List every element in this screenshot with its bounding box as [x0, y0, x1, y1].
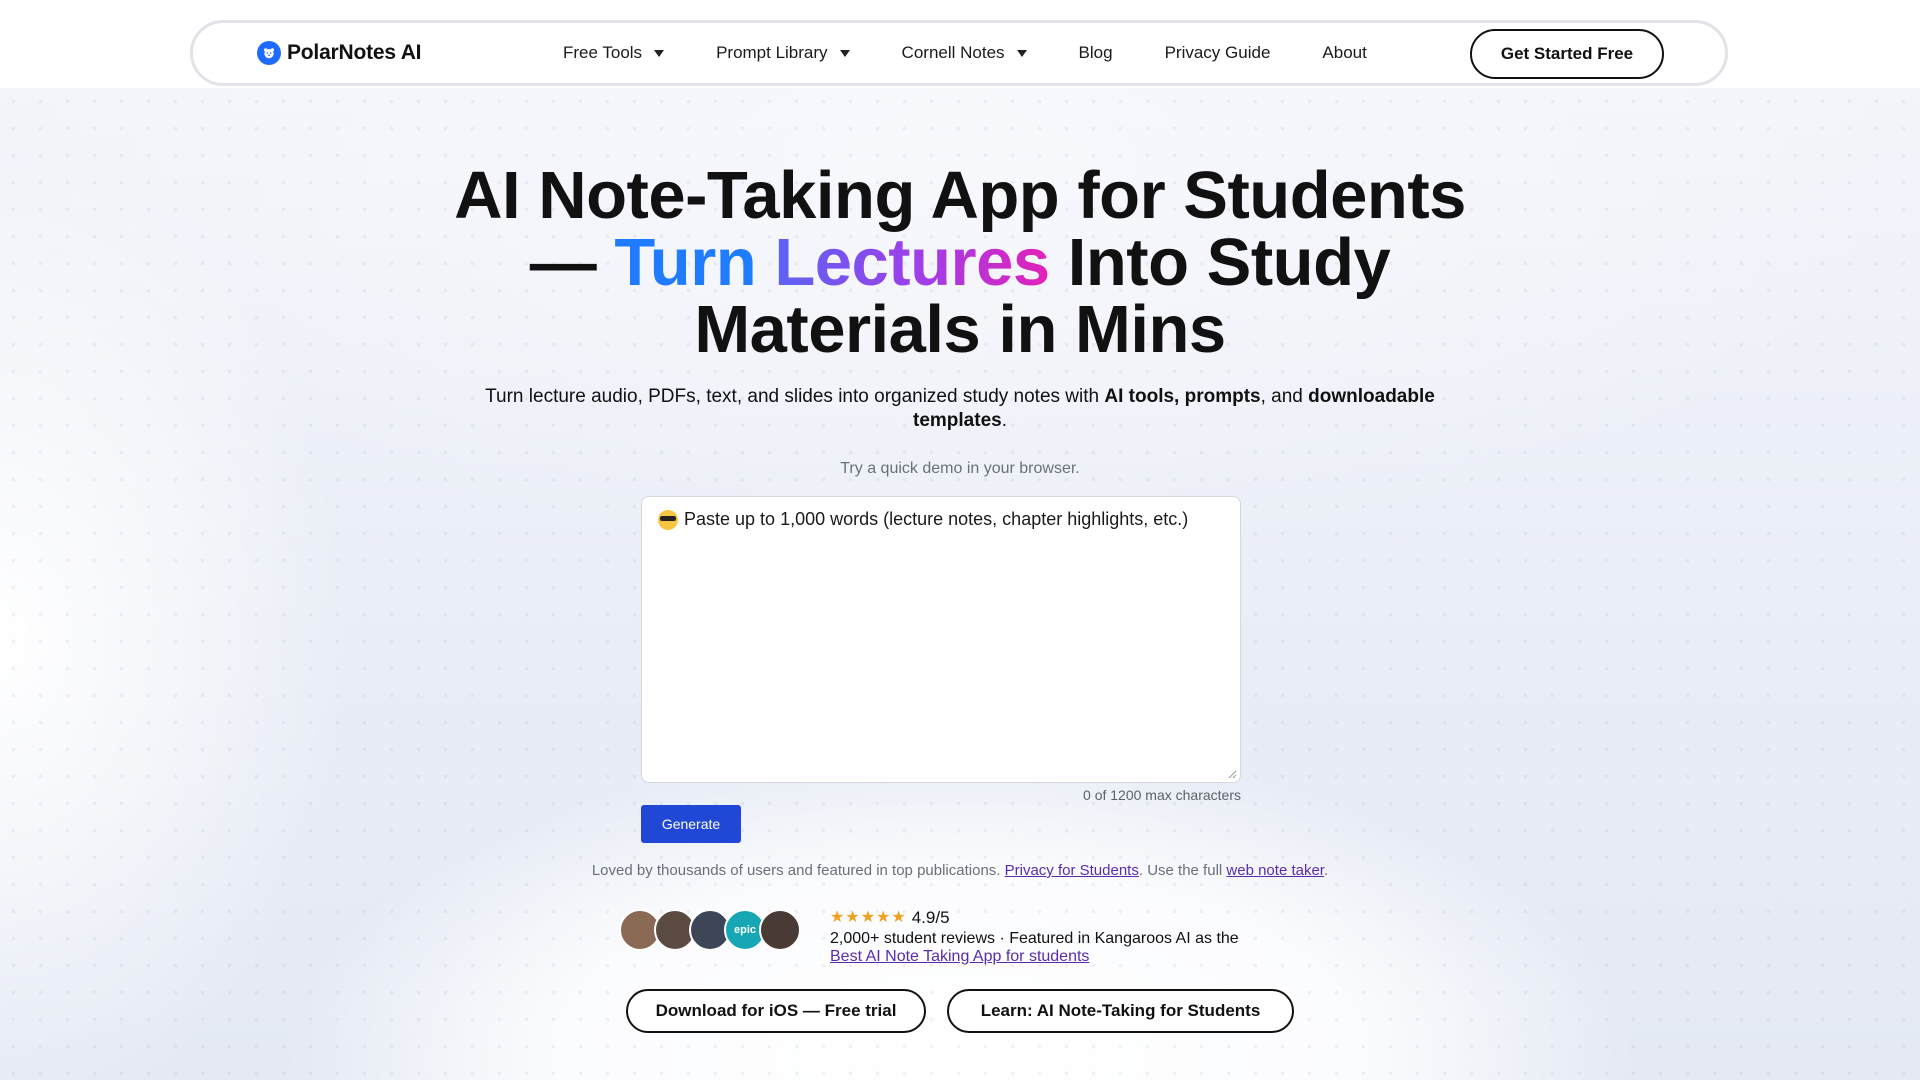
hero-title-turn: Turn — [614, 225, 757, 300]
nav-item-label: Privacy Guide — [1164, 43, 1271, 62]
avatar-group: epic — [619, 908, 801, 952]
subtitle-text: Turn lecture audio, PDFs, text, and slid… — [485, 386, 1105, 407]
trust-text: . — [1323, 862, 1329, 879]
nav-item-free-tools[interactable]: Free Tools — [563, 43, 665, 63]
avatar-5 — [759, 909, 801, 951]
nav-item-label: Prompt Library — [716, 43, 828, 62]
hero-title: AI Note-Taking App for Students — Turn L… — [0, 162, 1920, 363]
rating-block: ★ ★ ★ ★ ★ 4.9/5 2,000+ student reviews · Fea… — [830, 908, 1239, 966]
hero-title-lectures: Lectures — [774, 225, 1050, 300]
reviews-text: 2,000+ student reviews · Featured in Kan… — [830, 930, 1239, 947]
star-icon: ★ — [845, 909, 860, 926]
char-counter: 0 of 1200 max characters — [1083, 787, 1241, 803]
logo[interactable]: PolarNotes AI — [257, 23, 422, 83]
star-icon: ★ — [891, 909, 906, 926]
get-started-button[interactable]: Get Started Free — [1470, 29, 1664, 79]
resize-grip-icon[interactable] — [1228, 770, 1237, 779]
generate-button[interactable]: Generate — [641, 805, 741, 843]
star-icon: ★ — [876, 909, 891, 926]
hero-title-dash: — — [529, 225, 615, 300]
polar-bear-logo-icon — [257, 41, 281, 65]
hero-title-line-2: — Turn Lectures Into Study — [0, 229, 1920, 296]
learn-note-taking-button[interactable]: Learn: AI Note-Taking for Students — [947, 989, 1294, 1033]
caret-down-icon — [839, 49, 850, 57]
trust-text: . Use the full — [1138, 862, 1227, 879]
hero-title-line-1: AI Note-Taking App for Students — [454, 158, 1466, 233]
nav-item-blog[interactable]: Blog — [1079, 43, 1113, 63]
download-ios-button[interactable]: Download for iOS — Free trial — [626, 989, 926, 1033]
star-icon: ★ — [860, 909, 876, 926]
rating-value: 4.9/5 — [911, 908, 950, 927]
trust-line: Loved by thousands of users and featured… — [0, 862, 1920, 879]
hero-title-line-3: Materials in Mins — [694, 292, 1226, 367]
hero-subtitle: Turn lecture audio, PDFs, text, and slid… — [460, 385, 1460, 433]
star-icon: ★ — [830, 909, 845, 926]
notes-textarea[interactable]: Paste up to 1,000 words (lecture notes, … — [641, 496, 1241, 783]
nav-item-label: Blog — [1078, 43, 1113, 62]
subtitle-text: , and — [1260, 386, 1309, 407]
rating-row: ★ ★ ★ ★ ★ 4.9/5 — [830, 908, 1239, 928]
placeholder-text: Paste up to 1,000 words (lecture notes, … — [684, 509, 1189, 529]
demo-hint: Try a quick demo in your browser. — [840, 460, 1080, 477]
subtitle-bold-ai-tools: AI tools, prompts — [1104, 386, 1261, 407]
nav-item-label: About — [1322, 43, 1367, 62]
web-note-taker-link[interactable]: web note taker — [1226, 862, 1324, 879]
nav-item-label: Cornell Notes — [901, 43, 1005, 62]
nav-item-label: Free Tools — [563, 43, 643, 62]
nerd-face-emoji-icon — [658, 509, 678, 530]
subtitle-text: . — [1001, 410, 1007, 431]
caret-down-icon — [1016, 49, 1027, 57]
nav-item-cornell-notes[interactable]: Cornell Notes — [902, 43, 1027, 63]
textarea-placeholder: Paste up to 1,000 words (lecture notes, … — [658, 509, 1224, 530]
hero-title-into-study: Into Study — [1049, 225, 1391, 300]
trust-text: Loved by thousands of users and featured… — [591, 862, 1005, 879]
privacy-for-students-link[interactable]: Privacy for Students — [1005, 862, 1139, 879]
nav-menu: Free Tools Prompt Library Cornell Notes … — [563, 23, 1419, 83]
nav-item-privacy-guide[interactable]: Privacy Guide — [1165, 43, 1271, 63]
nav-item-prompt-library[interactable]: Prompt Library — [716, 43, 850, 63]
nav-item-about[interactable]: About — [1322, 43, 1366, 63]
star-rating: ★ ★ ★ ★ ★ — [830, 910, 906, 926]
best-app-link[interactable]: Best AI Note Taking App for students — [830, 948, 1089, 965]
logo-text: PolarNotes AI — [287, 41, 422, 64]
top-navbar: PolarNotes AI Free Tools Prompt Library … — [190, 20, 1728, 86]
caret-down-icon — [654, 49, 665, 57]
